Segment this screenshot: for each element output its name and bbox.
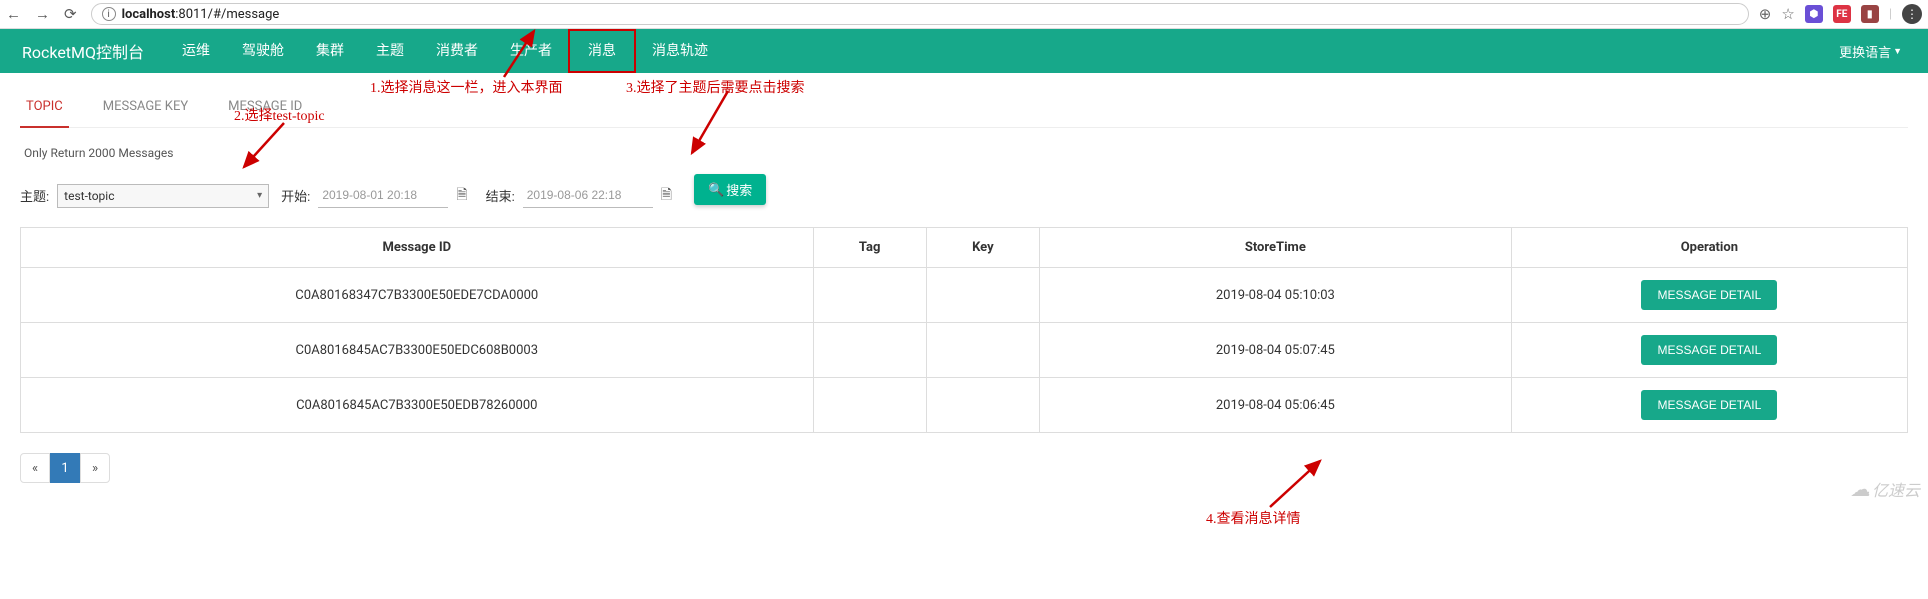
nav-item-trace[interactable]: 消息轨迹 xyxy=(636,29,724,73)
results-table: Message ID Tag Key StoreTime Operation C… xyxy=(20,227,1908,433)
table-row: C0A8016845AC7B3300E50EDC608B0003 2019-08-… xyxy=(21,323,1908,378)
browser-chrome: ← → ⟳ i localhost:8011/#/message ⊕ ☆ ⬢ F… xyxy=(0,0,1928,29)
language-switch[interactable]: 更换语言 ▼ xyxy=(1823,42,1918,61)
end-time-input[interactable] xyxy=(523,184,653,208)
th-message-id: Message ID xyxy=(21,228,814,268)
message-detail-button[interactable]: MESSAGE DETAIL xyxy=(1641,280,1777,310)
search-in-page-icon[interactable]: ⊕ xyxy=(1759,5,1772,23)
nav-items: 运维 驾驶舱 集群 主题 消费者 生产者 消息 消息轨迹 xyxy=(166,29,724,73)
nav-item-consumer[interactable]: 消费者 xyxy=(420,29,494,73)
back-icon[interactable]: ← xyxy=(6,5,21,23)
table-row: C0A8016845AC7B3300E50EDB78260000 2019-08-… xyxy=(21,378,1908,433)
chevron-down-icon: ▼ xyxy=(1893,46,1902,57)
page-next[interactable]: » xyxy=(80,453,110,483)
th-key: Key xyxy=(926,228,1039,268)
extension-icon[interactable]: FE xyxy=(1833,5,1851,23)
nav-item-message[interactable]: 消息 xyxy=(568,29,636,73)
app-title: RocketMQ控制台 xyxy=(10,39,156,63)
nav-item-dashboard[interactable]: 驾驶舱 xyxy=(226,29,300,73)
tabs: TOPIC MESSAGE KEY MESSAGE ID xyxy=(20,91,1908,128)
search-button[interactable]: 🔍搜索 xyxy=(694,174,766,205)
content-area: TOPIC MESSAGE KEY MESSAGE ID Only Return… xyxy=(0,73,1928,501)
cell-tag xyxy=(813,323,926,378)
info-message: Only Return 2000 Messages xyxy=(24,146,1904,160)
reload-icon[interactable]: ⟳ xyxy=(64,5,77,23)
pagination: « 1 » xyxy=(20,453,1908,483)
tab-message-id[interactable]: MESSAGE ID xyxy=(222,91,308,127)
cell-msgid: C0A80168347C7B3300E50EDE7CDA0000 xyxy=(21,268,814,323)
message-detail-button[interactable]: MESSAGE DETAIL xyxy=(1641,390,1777,420)
nav-item-producer[interactable]: 生产者 xyxy=(494,29,568,73)
table-header-row: Message ID Tag Key StoreTime Operation xyxy=(21,228,1908,268)
star-icon[interactable]: ☆ xyxy=(1781,5,1794,23)
browser-right: ⊕ ☆ ⬢ FE ▮ | ⋮ xyxy=(1759,4,1922,24)
tab-topic[interactable]: TOPIC xyxy=(20,91,69,128)
nav-item-cluster[interactable]: 集群 xyxy=(300,29,360,73)
topic-label: 主题: xyxy=(20,186,49,205)
start-time-input[interactable] xyxy=(318,184,448,208)
message-detail-button[interactable]: MESSAGE DETAIL xyxy=(1641,335,1777,365)
cell-store: 2019-08-04 05:06:45 xyxy=(1039,378,1511,433)
table-row: C0A80168347C7B3300E50EDE7CDA0000 2019-08-… xyxy=(21,268,1908,323)
cell-msgid: C0A8016845AC7B3300E50EDB78260000 xyxy=(21,378,814,433)
cell-op: MESSAGE DETAIL xyxy=(1511,323,1907,378)
page-1[interactable]: 1 xyxy=(50,453,80,483)
calendar-icon[interactable]: 🗎 xyxy=(456,184,467,208)
url-text: localhost:8011/#/message xyxy=(122,7,280,22)
cell-tag xyxy=(813,268,926,323)
annotation-4: 4.查看消息详情 xyxy=(1206,508,1301,528)
start-label: 开始: xyxy=(281,186,310,205)
cell-msgid: C0A8016845AC7B3300E50EDC608B0003 xyxy=(21,323,814,378)
th-operation: Operation xyxy=(1511,228,1907,268)
browser-menu-icon[interactable]: ⋮ xyxy=(1902,4,1922,24)
forward-icon[interactable]: → xyxy=(35,5,50,23)
browser-nav-icons: ← → ⟳ xyxy=(6,5,77,23)
extension-icon[interactable]: ⬢ xyxy=(1805,5,1823,23)
nav-item-ops[interactable]: 运维 xyxy=(166,29,226,73)
cell-tag xyxy=(813,378,926,433)
cell-key xyxy=(926,323,1039,378)
info-icon: i xyxy=(102,7,116,21)
url-bar[interactable]: i localhost:8011/#/message xyxy=(91,3,1749,25)
tab-message-key[interactable]: MESSAGE KEY xyxy=(97,91,194,127)
cell-op: MESSAGE DETAIL xyxy=(1511,268,1907,323)
th-tag: Tag xyxy=(813,228,926,268)
page-prev[interactable]: « xyxy=(20,453,50,483)
cloud-icon: ☁ xyxy=(1850,477,1870,501)
watermark: ☁ 亿速云 xyxy=(1850,477,1920,501)
calendar-icon[interactable]: 🗎 xyxy=(661,184,672,208)
cell-key xyxy=(926,378,1039,433)
extension-icon[interactable]: ▮ xyxy=(1861,5,1879,23)
topic-select[interactable]: test-topic xyxy=(57,184,269,208)
search-row: 主题: test-topic 开始: 🗎 结束: 🗎 🔍搜索 xyxy=(20,180,1908,211)
search-icon: 🔍 xyxy=(708,182,724,198)
cell-store: 2019-08-04 05:07:45 xyxy=(1039,323,1511,378)
end-label: 结束: xyxy=(486,186,515,205)
app-header: RocketMQ控制台 运维 驾驶舱 集群 主题 消费者 生产者 消息 消息轨迹… xyxy=(0,29,1928,73)
th-storetime: StoreTime xyxy=(1039,228,1511,268)
nav-item-topic[interactable]: 主题 xyxy=(360,29,420,73)
cell-op: MESSAGE DETAIL xyxy=(1511,378,1907,433)
cell-key xyxy=(926,268,1039,323)
cell-store: 2019-08-04 05:10:03 xyxy=(1039,268,1511,323)
